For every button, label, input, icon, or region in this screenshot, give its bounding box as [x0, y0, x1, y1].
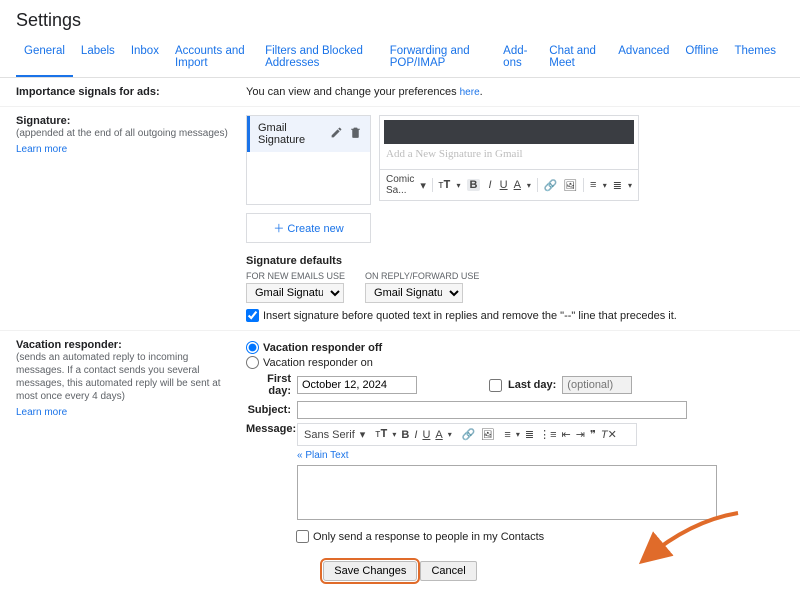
text-color-icon[interactable]: A [435, 429, 442, 441]
text-size-icon[interactable]: т𝐓 [438, 179, 450, 192]
tab-general[interactable]: General [16, 39, 73, 77]
font-select[interactable]: Comic Sa... [386, 174, 414, 196]
chevron-down-icon: ▾ [457, 181, 461, 190]
chevron-down-icon: ▾ [527, 181, 531, 190]
delete-icon[interactable] [349, 126, 362, 142]
underline-icon[interactable]: U [500, 179, 508, 191]
signature-list-item[interactable]: Gmail Signature [247, 116, 370, 152]
image-icon[interactable]: 🖼 [563, 179, 577, 192]
signature-preview[interactable]: Add a New Signature in Gmail [379, 115, 639, 170]
indent-more-icon[interactable]: ⇥ [576, 428, 585, 441]
page-title: Settings [0, 0, 800, 39]
signature-label: Signature: [16, 115, 234, 127]
vacation-on-radio[interactable] [246, 356, 259, 369]
clear-format-icon[interactable]: T✕ [601, 428, 617, 441]
quote-icon[interactable]: ❞ [590, 428, 596, 441]
first-day-label: First day: [246, 373, 291, 397]
tab-themes[interactable]: Themes [726, 39, 784, 77]
vacation-learn-more-link[interactable]: Learn more [16, 407, 234, 418]
bullet-list-icon[interactable]: ⋮≡ [539, 428, 556, 441]
signature-sub: (appended at the end of all outgoing mes… [16, 127, 234, 140]
chevron-down-icon: ▾ [360, 428, 366, 441]
signature-learn-more-link[interactable]: Learn more [16, 144, 234, 155]
link-icon[interactable]: 🔗 [543, 179, 557, 192]
first-day-input[interactable] [297, 376, 417, 394]
plain-text-link[interactable]: « Plain Text [297, 450, 717, 461]
contacts-only-checkbox[interactable] [296, 530, 309, 543]
chevron-down-icon: ▾ [628, 181, 632, 190]
edit-icon[interactable] [330, 126, 343, 142]
subject-label: Subject: [246, 404, 291, 416]
link-icon[interactable]: 🔗 [462, 428, 476, 441]
msg-font-select[interactable]: Sans Serif [304, 429, 355, 441]
ads-label: Importance signals for ads: [16, 86, 160, 98]
signature-item-name: Gmail Signature [258, 122, 330, 146]
tab-filters[interactable]: Filters and Blocked Addresses [257, 39, 382, 77]
for-new-emails-label: FOR NEW EMAILS USE [246, 271, 345, 281]
last-day-label: Last day: [508, 379, 556, 391]
align-icon[interactable]: ≡ [590, 179, 597, 191]
chevron-down-icon: ▾ [420, 179, 426, 192]
for-new-emails-select[interactable]: Gmail Signature [246, 283, 344, 303]
insert-signature-text: Insert signature before quoted text in r… [263, 310, 677, 322]
chevron-down-icon: ▾ [516, 430, 520, 439]
message-toolbar: Sans Serif ▾ т𝐓 ▾ B I U A ▾ 🔗 🖼 ≡ ▾ ≣ ⋮≡ [297, 423, 637, 446]
list-icon[interactable]: ≣ [613, 179, 622, 192]
signature-list: Gmail Signature [246, 115, 371, 205]
vacation-off-label: Vacation responder off [263, 342, 382, 354]
vacation-off-radio[interactable] [246, 341, 259, 354]
insert-signature-checkbox[interactable] [246, 309, 259, 322]
contacts-only-label: Only send a response to people in my Con… [313, 531, 544, 543]
italic-icon[interactable]: I [486, 179, 493, 191]
signature-preview-dark-bar [384, 120, 634, 144]
image-icon[interactable]: 🖼 [480, 428, 494, 441]
signature-toolbar: Comic Sa... ▾ т𝐓 ▾ B I U A ▾ 🔗 🖼 ≡ ▾ ≣ ▾ [379, 170, 639, 201]
subject-input[interactable] [297, 401, 687, 419]
create-new-label: Create new [287, 223, 343, 235]
tab-labels[interactable]: Labels [73, 39, 123, 77]
tab-inbox[interactable]: Inbox [123, 39, 167, 77]
save-changes-button[interactable]: Save Changes [323, 561, 417, 581]
signature-preview-text: Add a New Signature in Gmail [386, 148, 523, 160]
align-icon[interactable]: ≡ [504, 429, 510, 441]
signature-defaults-heading: Signature defaults [246, 255, 784, 267]
chevron-down-icon: ▾ [603, 181, 607, 190]
last-day-input [562, 376, 632, 394]
underline-icon[interactable]: U [422, 429, 430, 441]
bold-icon[interactable]: B [467, 179, 481, 191]
tab-chat[interactable]: Chat and Meet [541, 39, 610, 77]
vacation-label: Vacation responder: [16, 339, 234, 351]
footer: Save Changes Cancel [0, 551, 800, 591]
chevron-down-icon: ▾ [448, 430, 452, 439]
italic-icon[interactable]: I [414, 429, 417, 441]
cancel-button[interactable]: Cancel [420, 561, 476, 581]
tab-advanced[interactable]: Advanced [610, 39, 677, 77]
plus-icon: ＋ [273, 223, 284, 235]
chevron-down-icon: ▾ [392, 430, 396, 439]
text-color-icon[interactable]: A [514, 179, 521, 191]
on-reply-select[interactable]: Gmail Signature [365, 283, 463, 303]
bold-icon[interactable]: B [401, 429, 409, 441]
ads-text-post: . [480, 86, 483, 98]
ads-here-link[interactable]: here [460, 87, 480, 98]
ads-text: You can view and change your preferences [246, 86, 460, 98]
message-textarea[interactable] [297, 465, 717, 520]
text-size-icon[interactable]: т𝐓 [375, 428, 387, 441]
tabs-bar: General Labels Inbox Accounts and Import… [0, 39, 800, 78]
vacation-on-label: Vacation responder on [263, 357, 373, 369]
tab-accounts[interactable]: Accounts and Import [167, 39, 257, 77]
on-reply-label: ON REPLY/FORWARD USE [365, 271, 479, 281]
create-new-signature-button[interactable]: ＋ Create new [246, 213, 371, 243]
last-day-checkbox[interactable] [489, 379, 502, 392]
tab-offline[interactable]: Offline [677, 39, 726, 77]
tab-forwarding[interactable]: Forwarding and POP/IMAP [382, 39, 495, 77]
vacation-sub: (sends an automated reply to incoming me… [16, 351, 234, 403]
numbered-list-icon[interactable]: ≣ [525, 428, 534, 441]
tab-addons[interactable]: Add-ons [495, 39, 541, 77]
message-label: Message: [246, 423, 291, 435]
indent-less-icon[interactable]: ⇤ [562, 428, 571, 441]
